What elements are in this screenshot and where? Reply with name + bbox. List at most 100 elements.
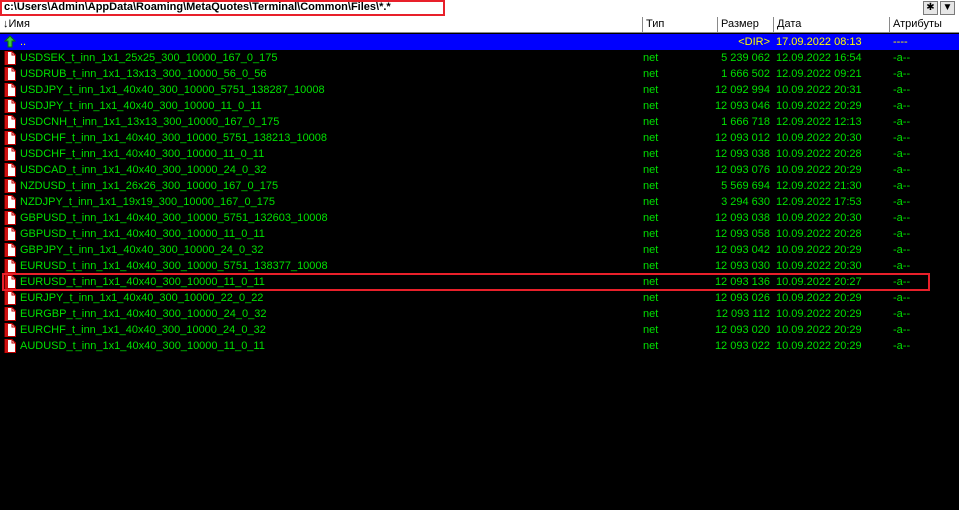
file-name: EURCHF_t_inn_1x1_40x40_300_10000_24_0_32	[20, 324, 266, 336]
file-attributes: -a--	[893, 244, 911, 256]
file-size: 3 294 630	[721, 196, 770, 208]
file-date: 10.09.2022 20:29	[776, 292, 862, 304]
file-date: 10.09.2022 20:29	[776, 340, 862, 352]
file-date: 12.09.2022 21:30	[776, 180, 862, 192]
file-size: 12 093 136	[714, 276, 770, 288]
file-size: 12 093 076	[714, 164, 770, 176]
file-attributes: -a--	[893, 116, 911, 128]
file-row[interactable]: AUDUSD_t_inn_1x1_40x40_300_10000_11_0_11…	[0, 338, 959, 354]
file-icon	[4, 179, 16, 193]
column-header-name[interactable]: ↓Имя	[0, 17, 643, 32]
star-button[interactable]: ✱	[923, 1, 938, 15]
file-row[interactable]: GBPUSD_t_inn_1x1_40x40_300_10000_11_0_11…	[0, 226, 959, 242]
file-attributes: -a--	[893, 84, 911, 96]
file-row[interactable]: EURUSD_t_inn_1x1_40x40_300_10000_5751_13…	[0, 258, 959, 274]
file-row[interactable]: EURUSD_t_inn_1x1_40x40_300_10000_11_0_11…	[0, 274, 959, 290]
file-attributes: -a--	[893, 324, 911, 336]
column-header-type[interactable]: Тип	[643, 17, 718, 32]
file-attributes: -a--	[893, 196, 911, 208]
file-size: 12 093 046	[714, 100, 770, 112]
file-attributes: -a--	[893, 340, 911, 352]
file-type: net	[643, 132, 659, 144]
file-date: 10.09.2022 20:31	[776, 84, 862, 96]
file-type: net	[643, 340, 659, 352]
column-header-attr[interactable]: Атрибуты	[890, 17, 959, 32]
parent-dir-attr: ----	[893, 36, 908, 48]
file-row[interactable]: USDJPY_t_inn_1x1_40x40_300_10000_11_0_11…	[0, 98, 959, 114]
file-type: net	[643, 68, 659, 80]
file-size: 12 093 038	[714, 148, 770, 160]
file-date: 10.09.2022 20:29	[776, 164, 862, 176]
file-name: USDCHF_t_inn_1x1_40x40_300_10000_11_0_11	[20, 148, 265, 160]
file-row[interactable]: USDCNH_t_inn_1x1_13x13_300_10000_167_0_1…	[0, 114, 959, 130]
parent-dir-row[interactable]: .. <DIR> 17.09.2022 08:13 ----	[0, 34, 959, 50]
file-row[interactable]: USDRUB_t_inn_1x1_13x13_300_10000_56_0_56…	[0, 66, 959, 82]
file-name: EURUSD_t_inn_1x1_40x40_300_10000_11_0_11	[20, 276, 265, 288]
file-size: 12 092 994	[714, 84, 770, 96]
file-size: 12 093 022	[714, 340, 770, 352]
file-date: 10.09.2022 20:28	[776, 148, 862, 160]
file-date: 10.09.2022 20:30	[776, 212, 862, 224]
file-type: net	[643, 116, 659, 128]
file-type: net	[643, 148, 659, 160]
file-row[interactable]: USDCHF_t_inn_1x1_40x40_300_10000_11_0_11…	[0, 146, 959, 162]
file-size: 12 093 038	[714, 212, 770, 224]
file-name: NZDJPY_t_inn_1x1_19x19_300_10000_167_0_1…	[20, 196, 276, 208]
file-type: net	[643, 292, 659, 304]
file-icon	[4, 147, 16, 161]
file-name: EURUSD_t_inn_1x1_40x40_300_10000_5751_13…	[20, 260, 328, 272]
file-icon	[4, 259, 16, 273]
file-icon	[4, 67, 16, 81]
file-type: net	[643, 260, 659, 272]
file-type: net	[643, 84, 659, 96]
file-type: net	[643, 308, 659, 320]
path-highlight-box	[0, 0, 445, 16]
column-header-size[interactable]: Размер	[718, 17, 774, 32]
file-date: 10.09.2022 20:27	[776, 276, 862, 288]
file-row[interactable]: GBPUSD_t_inn_1x1_40x40_300_10000_5751_13…	[0, 210, 959, 226]
file-attributes: -a--	[893, 100, 911, 112]
file-row[interactable]: USDCHF_t_inn_1x1_40x40_300_10000_5751_13…	[0, 130, 959, 146]
file-row[interactable]: EURGBP_t_inn_1x1_40x40_300_10000_24_0_32…	[0, 306, 959, 322]
file-type: net	[643, 52, 659, 64]
file-row[interactable]: USDSEK_t_inn_1x1_25x25_300_10000_167_0_1…	[0, 50, 959, 66]
file-type: net	[643, 196, 659, 208]
file-row[interactable]: USDJPY_t_inn_1x1_40x40_300_10000_5751_13…	[0, 82, 959, 98]
parent-dir-size: <DIR>	[738, 36, 770, 48]
file-type: net	[643, 276, 659, 288]
file-row[interactable]: NZDJPY_t_inn_1x1_19x19_300_10000_167_0_1…	[0, 194, 959, 210]
file-date: 10.09.2022 20:30	[776, 260, 862, 272]
file-size: 12 093 058	[714, 228, 770, 240]
file-size: 12 093 042	[714, 244, 770, 256]
file-date: 10.09.2022 20:29	[776, 100, 862, 112]
file-attributes: -a--	[893, 276, 911, 288]
file-attributes: -a--	[893, 180, 911, 192]
path-bar[interactable]: c:\Users\Admin\AppData\Roaming\MetaQuote…	[0, 0, 959, 17]
file-date: 10.09.2022 20:29	[776, 308, 862, 320]
file-size: 1 666 718	[721, 116, 770, 128]
file-list: .. <DIR> 17.09.2022 08:13 ---- USDSEK_t_…	[0, 34, 959, 354]
file-size: 1 666 502	[721, 68, 770, 80]
column-header-date[interactable]: Дата	[774, 17, 890, 32]
file-date: 12.09.2022 17:53	[776, 196, 862, 208]
parent-dir-name: ..	[20, 36, 27, 48]
file-attributes: -a--	[893, 52, 911, 64]
file-name: EURGBP_t_inn_1x1_40x40_300_10000_24_0_32	[20, 308, 267, 320]
file-name: USDJPY_t_inn_1x1_40x40_300_10000_11_0_11	[20, 100, 262, 112]
file-size: 12 093 012	[714, 132, 770, 144]
file-date: 12.09.2022 09:21	[776, 68, 862, 80]
file-row[interactable]: USDCAD_t_inn_1x1_40x40_300_10000_24_0_32…	[0, 162, 959, 178]
file-date: 10.09.2022 20:29	[776, 324, 862, 336]
file-type: net	[643, 228, 659, 240]
file-name: GBPJPY_t_inn_1x1_40x40_300_10000_24_0_32	[20, 244, 264, 256]
file-attributes: -a--	[893, 292, 911, 304]
file-name: EURJPY_t_inn_1x1_40x40_300_10000_22_0_22	[20, 292, 264, 304]
file-icon	[4, 291, 16, 305]
file-name: USDCNH_t_inn_1x1_13x13_300_10000_167_0_1…	[20, 116, 280, 128]
file-row[interactable]: GBPJPY_t_inn_1x1_40x40_300_10000_24_0_32…	[0, 242, 959, 258]
file-row[interactable]: EURCHF_t_inn_1x1_40x40_300_10000_24_0_32…	[0, 322, 959, 338]
file-date: 10.09.2022 20:28	[776, 228, 862, 240]
file-row[interactable]: NZDUSD_t_inn_1x1_26x26_300_10000_167_0_1…	[0, 178, 959, 194]
file-row[interactable]: EURJPY_t_inn_1x1_40x40_300_10000_22_0_22…	[0, 290, 959, 306]
dropdown-button[interactable]: ▼	[940, 1, 955, 15]
